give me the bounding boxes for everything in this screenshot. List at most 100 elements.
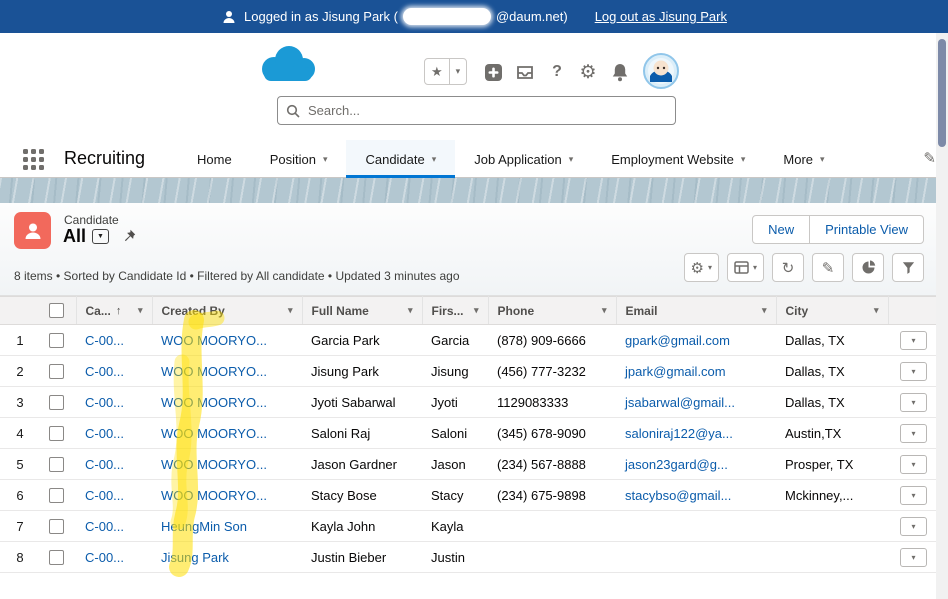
header-email[interactable]: Email ▾ <box>616 296 777 325</box>
row-checkbox[interactable] <box>49 332 64 348</box>
row-actions-button[interactable]: ▾ <box>900 392 927 412</box>
row-actions-button[interactable]: ▾ <box>900 516 927 536</box>
row-checkbox[interactable] <box>49 518 64 534</box>
cell-candidate-id-link[interactable]: C-00... <box>85 550 124 565</box>
header-city[interactable]: City ▾ <box>776 296 889 325</box>
tab-candidate[interactable]: Candidate ▾ <box>346 140 456 178</box>
cell-candidate-id-link[interactable]: C-00... <box>85 488 124 503</box>
cell-created-by-link[interactable]: WOO MOORYO... <box>161 488 267 503</box>
new-button[interactable]: New <box>752 215 811 244</box>
row-actions-button[interactable]: ▾ <box>900 361 927 381</box>
app-launcher-icon[interactable] <box>21 147 45 171</box>
cell-created-by-link[interactable]: WOO MOORYO... <box>161 333 267 348</box>
cell-candidate-id-link[interactable]: C-00... <box>85 519 124 534</box>
favorites-chevron-icon[interactable]: ▾ <box>448 59 467 84</box>
chevron-down-icon[interactable]: ▾ <box>569 154 574 165</box>
star-icon[interactable]: ★ <box>425 59 449 84</box>
cell-email-link[interactable]: saloniraj122@ya... <box>625 426 733 441</box>
chevron-down-icon[interactable]: ▾ <box>874 305 879 316</box>
cell-email-link[interactable]: jpark@gmail.com <box>625 364 726 379</box>
table-display-icon <box>734 261 749 274</box>
display-as-button[interactable]: ▾ <box>726 253 764 282</box>
chevron-down-icon[interactable]: ▾ <box>820 154 825 165</box>
chevron-down-icon[interactable]: ▾ <box>762 305 767 316</box>
user-avatar[interactable] <box>643 53 679 89</box>
cell-email-link[interactable]: gpark@gmail.com <box>625 333 730 348</box>
vertical-scrollbar[interactable] <box>936 33 948 599</box>
chevron-down-icon[interactable]: ▾ <box>741 154 746 165</box>
table-row: 2 C-00... WOO MOORYO... Jisung Park Jisung (4… <box>0 355 936 387</box>
cell-candidate-id-link[interactable]: C-00... <box>85 457 124 472</box>
cell-candidate-id-link[interactable]: C-00... <box>85 333 124 348</box>
tab-home[interactable]: Home <box>178 140 251 178</box>
favorites-button[interactable]: ★ ▾ <box>424 58 468 85</box>
chevron-down-icon[interactable]: ▾ <box>474 305 479 316</box>
tab-job-application[interactable]: Job Application ▾ <box>455 140 592 178</box>
cell-candidate-id-link[interactable]: C-00... <box>85 364 124 379</box>
select-all-checkbox[interactable] <box>49 303 64 318</box>
setup-gear-icon[interactable]: ⚙ <box>576 60 600 84</box>
cell-candidate-id-link[interactable]: C-00... <box>85 395 124 410</box>
cell-city: Dallas, TX <box>776 386 888 418</box>
list-view-selector-icon[interactable]: ▼ <box>92 229 110 244</box>
cell-created-by-link[interactable]: Jisung Park <box>161 550 229 565</box>
row-checkbox[interactable] <box>49 363 64 379</box>
header-first-name[interactable]: Firs... ▾ <box>422 296 489 325</box>
row-actions-button[interactable]: ▾ <box>900 454 927 474</box>
cell-email-link[interactable]: jsabarwal@gmail... <box>625 395 735 410</box>
header-created-by[interactable]: Created By ▾ <box>152 296 303 325</box>
cell-created-by-link[interactable]: HeungMin Son <box>161 519 247 534</box>
row-actions-button[interactable]: ▾ <box>900 547 927 567</box>
chevron-down-icon[interactable]: ▾ <box>602 305 607 316</box>
tab-employment-website[interactable]: Employment Website ▾ <box>592 140 764 178</box>
inline-edit-button[interactable]: ✎ <box>812 253 844 282</box>
cell-email-link[interactable]: stacybso@gmail... <box>625 488 731 503</box>
edit-nav-pencil-icon[interactable]: ✎ <box>923 149 936 167</box>
tab-position[interactable]: Position ▾ <box>251 140 347 178</box>
filter-button[interactable] <box>892 253 924 282</box>
row-checkbox[interactable] <box>49 487 64 503</box>
header-phone[interactable]: Phone ▾ <box>488 296 617 325</box>
row-actions-button[interactable]: ▾ <box>900 485 927 505</box>
refresh-button[interactable]: ↻ <box>772 253 804 282</box>
row-checkbox[interactable] <box>49 549 64 565</box>
cell-candidate-id-link[interactable]: C-00... <box>85 426 124 441</box>
cell-email: jsabarwal@gmail... <box>616 386 776 418</box>
tab-more[interactable]: More ▾ <box>764 140 843 178</box>
chevron-down-icon[interactable]: ▾ <box>288 305 293 316</box>
chevron-down-icon[interactable]: ▾ <box>323 154 328 165</box>
row-checkbox[interactable] <box>49 456 64 472</box>
global-actions-icon[interactable] <box>481 60 505 84</box>
cell-first-name: Justin <box>422 541 488 573</box>
logout-link[interactable]: Log out as Jisung Park <box>595 9 727 24</box>
row-checkbox[interactable] <box>49 394 64 410</box>
guidance-center-icon[interactable] <box>513 60 537 84</box>
charts-button[interactable] <box>852 253 884 282</box>
list-settings-button[interactable]: ⚙ ▾ <box>683 253 719 282</box>
cell-created-by-link[interactable]: WOO MOORYO... <box>161 457 267 472</box>
header-candidate-id[interactable]: Ca... ↑ ▾ <box>76 296 153 325</box>
table-row: 4 C-00... WOO MOORYO... Saloni Raj Saloni (34… <box>0 417 936 449</box>
row-actions-button[interactable]: ▾ <box>900 423 927 443</box>
scrollbar-thumb[interactable] <box>938 39 946 147</box>
cell-created-by-link[interactable]: WOO MOORYO... <box>161 364 267 379</box>
cell-email-link[interactable]: jason23gard@g... <box>625 457 728 472</box>
header-full-name[interactable]: Full Name ▾ <box>302 296 423 325</box>
row-checkbox[interactable] <box>49 425 64 441</box>
cell-created-by-link[interactable]: WOO MOORYO... <box>161 395 267 410</box>
chevron-down-icon[interactable]: ▾ <box>138 305 143 316</box>
pin-icon[interactable] <box>123 229 136 244</box>
notifications-bell-icon[interactable] <box>608 60 632 84</box>
printable-view-button[interactable]: Printable View <box>809 215 924 244</box>
help-icon[interactable]: ? <box>545 60 569 84</box>
chevron-down-icon[interactable]: ▾ <box>408 305 413 316</box>
column-label: City <box>785 303 809 318</box>
cell-created-by-link[interactable]: WOO MOORYO... <box>161 426 267 441</box>
search-input[interactable] <box>306 102 667 119</box>
global-search[interactable] <box>277 96 676 125</box>
row-actions-button[interactable]: ▾ <box>900 330 927 350</box>
cell-full-name: Stacy Bose <box>302 479 422 511</box>
masked-email <box>402 8 491 25</box>
cell-phone <box>488 510 616 542</box>
chevron-down-icon[interactable]: ▾ <box>432 154 437 165</box>
